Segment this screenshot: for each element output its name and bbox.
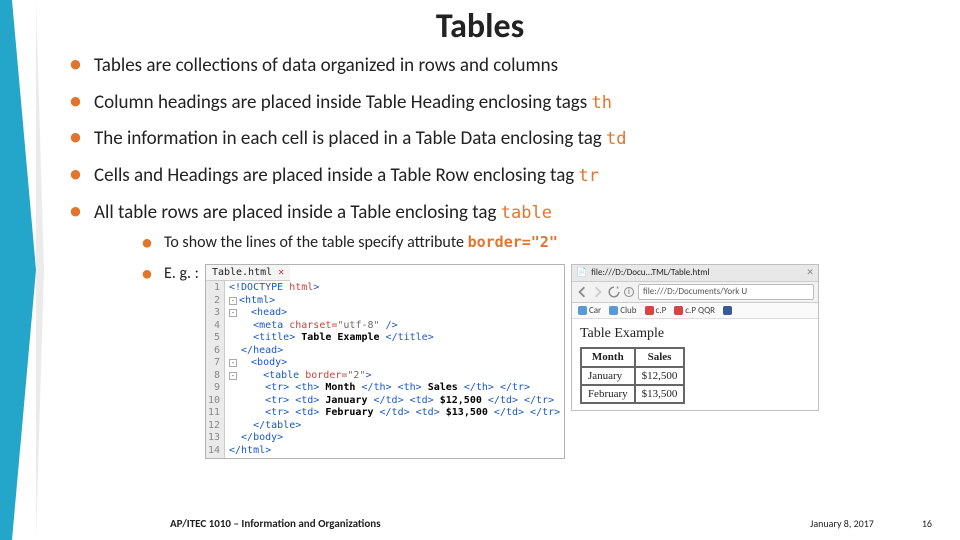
bookmark-item: c.P QQR [674,305,715,317]
accent-triangle [12,0,36,540]
bullet-item: All table rows are placed inside a Table… [70,201,920,459]
editor-gutter: 1234567891011121314 [206,281,225,458]
bullet-text: Column headings are placed inside Table … [94,91,591,114]
browser-preview: 📄 file:///D:/Docu...TML/Table.html ✕ i f… [571,264,819,411]
browser-toolbar: i file:///D:/Documents/York U [572,282,818,303]
table-cell: February [581,385,635,403]
table-row: February $13,500 [581,385,684,403]
bullet-code: table [501,203,552,223]
bullet-code: tr [579,166,599,186]
bullet-text: The information in each cell is placed i… [94,127,606,150]
browser-page: Table Example Month Sales January $12,50… [572,319,818,410]
page-number: 16 [922,517,932,530]
page-heading: Table Example [580,325,810,343]
slide-title: Tables [0,6,960,47]
accent-bar [0,0,12,540]
bookmarks-bar: Car Club c.P c.P QQR [572,303,818,320]
url-field: file:///D:/Documents/York U [638,284,814,300]
bookmark-label: Car [589,305,601,317]
facebook-icon [723,306,732,315]
sub-text: To show the lines of the table specify a… [164,233,468,252]
bullet-item: Tables are collections of data organized… [70,54,920,79]
bullet-item: The information in each cell is placed i… [70,127,920,152]
bookmark-item: c.P [645,305,667,317]
table-header: Month [581,348,635,366]
table-cell: $12,500 [635,367,685,385]
eg-label: E. g. : [164,264,199,285]
table-row: Month Sales [581,348,684,366]
code-editor: Table.html ✕ 1234567891011121314 <!DOCTYP… [205,264,565,459]
slide-footer: AP/ITEC 1010 – Information and Organizat… [0,517,960,530]
info-icon: i [624,287,634,297]
slide-content: Tables are collections of data organized… [70,54,920,471]
site-icon [674,306,683,315]
accent-triangle-shadow [36,0,44,540]
example-table: Month Sales January $12,500 February [580,347,685,404]
bookmark-item: Car [578,305,601,317]
browser-tab-label: file:///D:/Docu...TML/Table.html [591,267,802,279]
bullet-text: All table rows are placed inside a Table… [94,201,501,224]
bullet-item: Cells and Headings are placed inside a T… [70,164,920,189]
sub-code: border="2" [468,233,558,251]
close-icon: ✕ [278,267,284,278]
site-icon [645,306,654,315]
file-icon: 📄 [576,267,587,279]
table-cell: $13,500 [635,385,685,403]
date-label: January 8, 2017 [810,517,874,530]
close-icon: ✕ [806,267,814,279]
bullet-text: Tables are collections of data organized… [94,54,558,77]
sub-bullet-item: To show the lines of the table specify a… [142,233,920,254]
back-icon [576,286,588,298]
editor-tab-label: Table.html [212,267,272,278]
bookmark-label: c.P [656,305,667,317]
editor-code: <!DOCTYPE html> -<html> - <head> <meta c… [225,281,564,458]
bullet-code: td [606,129,626,149]
browser-tabs: 📄 file:///D:/Docu...TML/Table.html ✕ [572,265,818,282]
sub-bullet-item: E. g. : Table.html ✕ 1234567891011121314 … [142,264,920,459]
bullet-code: th [591,93,611,113]
forward-icon [592,286,604,298]
reload-icon [608,286,620,298]
table-row: January $12,500 [581,367,684,385]
bullet-list: Tables are collections of data organized… [70,54,920,459]
table-cell: January [581,367,635,385]
bookmark-item [723,305,732,317]
sub-bullet-list: To show the lines of the table specify a… [142,233,920,459]
bullet-item: Column headings are placed inside Table … [70,91,920,116]
table-header: Sales [635,348,685,366]
editor-tab: Table.html ✕ [206,265,290,281]
bullet-text: Cells and Headings are placed inside a T… [94,164,579,187]
bookmark-label: c.P QQR [685,305,715,317]
bookmark-label: Club [620,305,636,317]
globe-icon [609,306,618,315]
bookmark-item: Club [609,305,636,317]
course-label: AP/ITEC 1010 – Information and Organizat… [170,517,381,530]
globe-icon [578,306,587,315]
